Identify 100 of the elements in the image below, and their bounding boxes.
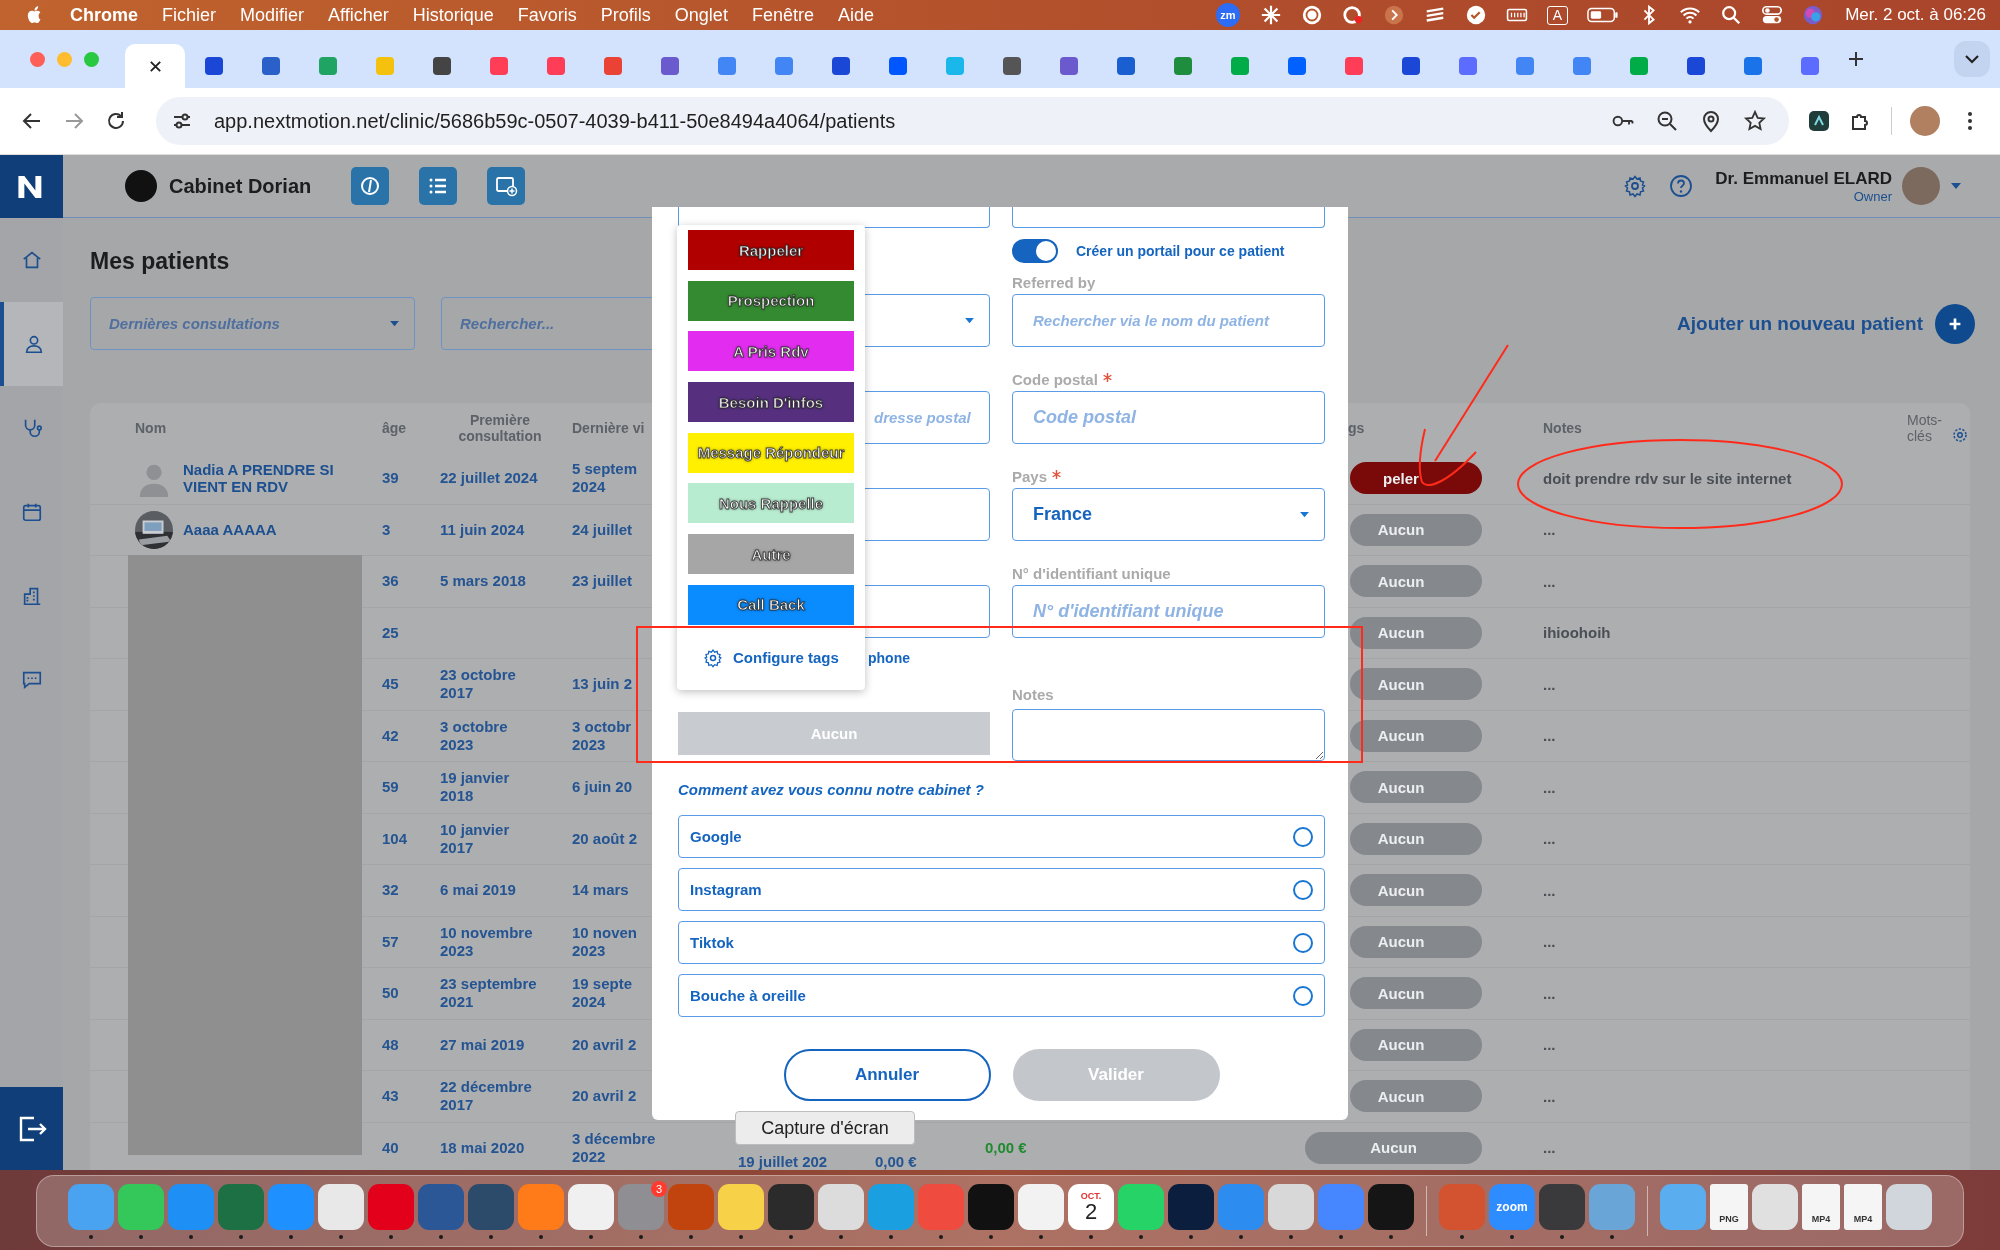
menu-item[interactable]: Onglet — [674, 4, 728, 26]
column-header[interactable]: Dernière vi — [560, 420, 645, 436]
help-icon[interactable] — [1669, 174, 1694, 198]
settings-icon[interactable] — [1623, 174, 1648, 198]
circle-icon[interactable] — [1300, 4, 1323, 26]
check-icon[interactable] — [1464, 4, 1487, 26]
bookmark-star-icon[interactable] — [1743, 109, 1767, 133]
column-header[interactable]: âge — [362, 420, 407, 436]
add-patient-link[interactable]: Ajouter un nouveau patient — [1677, 312, 1923, 335]
play-icon[interactable] — [1382, 4, 1405, 26]
radio-circle[interactable] — [1292, 878, 1314, 901]
tag-pill[interactable]: peler — [1350, 462, 1482, 495]
menu-item[interactable]: Fenêtre — [751, 4, 814, 26]
toggle-switch[interactable] — [1012, 239, 1058, 263]
filter-dropdown[interactable]: Dernières consultations — [90, 297, 415, 350]
dock-app[interactable] — [818, 1183, 864, 1230]
wifi-icon[interactable] — [1679, 4, 1702, 26]
sparkle-icon[interactable] — [1259, 4, 1282, 26]
dock-app[interactable] — [1886, 1183, 1932, 1230]
radio-circle[interactable] — [1292, 825, 1314, 848]
user-avatar[interactable] — [1902, 167, 1940, 205]
notes-field[interactable] — [1012, 709, 1325, 761]
dock-app[interactable] — [318, 1183, 364, 1230]
input-source-indicator[interactable]: A — [1546, 5, 1569, 25]
dock-app[interactable] — [1368, 1183, 1414, 1230]
menu-clock[interactable]: Mer. 2 oct. à 06:26 — [1845, 5, 1986, 25]
menu-item[interactable]: Favoris — [517, 4, 577, 26]
add-card-button[interactable] — [487, 167, 526, 205]
dock-app[interactable] — [118, 1183, 164, 1230]
dock-app[interactable] — [1168, 1183, 1214, 1230]
country-select[interactable]: France — [1012, 488, 1325, 541]
zoom-out-icon[interactable] — [1655, 109, 1679, 133]
app-badge[interactable]: zm — [1215, 3, 1240, 27]
column-header[interactable]: Première consultation — [430, 412, 560, 444]
new-tab-icon[interactable] — [1846, 49, 1866, 69]
menu-item[interactable]: Chrome — [70, 4, 138, 26]
column-header[interactable]: Notes — [1490, 420, 1582, 436]
tag-pill[interactable]: Aucun — [1305, 1131, 1482, 1164]
dock-app[interactable] — [718, 1183, 764, 1230]
input-field[interactable]: N° d'identifiant unique — [1012, 585, 1325, 638]
radio-circle[interactable] — [1292, 931, 1314, 954]
menu-item[interactable]: Profils — [600, 4, 651, 26]
list-button[interactable] — [419, 167, 458, 205]
tag-pill[interactable]: Aucun — [1350, 668, 1482, 701]
column-header[interactable]: Mots-clés — [1907, 412, 1949, 444]
dock-app[interactable] — [768, 1183, 814, 1230]
tag-pill[interactable]: Aucun — [1350, 822, 1482, 855]
address-bar[interactable]: app.nextmotion.net/clinic/5686b59c-0507-4039-b411-50e8494a4064/patients — [156, 97, 1789, 145]
column-header[interactable]: Nom — [90, 420, 167, 436]
tag-option[interactable]: Prospection — [688, 280, 854, 321]
dock-app[interactable]: zoom — [1489, 1183, 1535, 1230]
tag-pill[interactable]: Aucun — [1350, 1028, 1482, 1061]
dock-app[interactable] — [1268, 1183, 1314, 1230]
patient-name-link[interactable]: Aaaa AAAAA — [183, 521, 362, 539]
dock-app[interactable] — [568, 1183, 614, 1230]
logout-button[interactable] — [0, 1087, 63, 1170]
tag-option[interactable]: Nous Rappelle — [688, 483, 854, 524]
radio-option[interactable]: Google — [678, 815, 1325, 858]
search-icon[interactable] — [1720, 4, 1743, 26]
tag-pill[interactable]: Aucun — [1350, 771, 1482, 804]
tag-pill[interactable]: Aucun — [1350, 977, 1482, 1010]
menu-item[interactable]: Modifier — [240, 4, 305, 26]
radio-option[interactable]: Tiktok — [678, 921, 1325, 964]
radio-option[interactable]: Instagram — [678, 868, 1325, 911]
tag-pill[interactable]: Aucun — [1350, 565, 1482, 598]
tag-pill[interactable]: Aucun — [1350, 925, 1482, 958]
dock-app[interactable] — [468, 1183, 514, 1230]
sidebar-item[interactable] — [0, 302, 63, 386]
add-button[interactable] — [1935, 303, 1975, 344]
settings-icon[interactable] — [1951, 426, 1969, 444]
close-icon[interactable] — [147, 58, 163, 74]
menu-item[interactable]: Fichier — [162, 4, 217, 26]
close-window-button[interactable] — [30, 51, 45, 67]
dock-file[interactable]: PNG — [1710, 1183, 1748, 1230]
input-field[interactable] — [1012, 207, 1325, 228]
tag-option[interactable]: Rappeler — [688, 230, 854, 270]
configure-tags-link[interactable]: Configure tags — [688, 647, 854, 668]
dock-app[interactable] — [1752, 1183, 1798, 1230]
tag-pill[interactable]: Aucun — [1350, 874, 1482, 907]
extension-icon[interactable] — [1807, 109, 1831, 133]
dock-app[interactable] — [968, 1183, 1014, 1230]
input-field[interactable]: Code postal — [1012, 391, 1325, 444]
tag-pill[interactable]: Aucun — [1350, 616, 1482, 649]
dock-file[interactable]: MP4 — [1844, 1183, 1882, 1230]
dock-file[interactable]: MP4 — [1802, 1183, 1840, 1230]
app-logo[interactable] — [0, 155, 63, 218]
orb-icon[interactable] — [1802, 4, 1825, 26]
caret-icon[interactable] — [1950, 182, 1962, 190]
menu-item[interactable]: Afficher — [328, 4, 389, 26]
tab-list-button[interactable] — [1954, 41, 1990, 77]
dock-app[interactable] — [1018, 1183, 1064, 1230]
timer-button[interactable] — [351, 167, 390, 205]
tag-option[interactable]: Besoin D'infos — [688, 382, 854, 423]
control-center-icon[interactable] — [1761, 4, 1784, 26]
profile-avatar[interactable] — [1910, 106, 1940, 136]
tag-option[interactable]: Message Répondeur — [688, 432, 854, 473]
radio-circle[interactable] — [1292, 984, 1314, 1007]
tag-pill[interactable]: Aucun — [1350, 513, 1482, 546]
ring-icon[interactable] — [1341, 4, 1364, 26]
cancel-button[interactable]: Annuler — [783, 1049, 991, 1101]
